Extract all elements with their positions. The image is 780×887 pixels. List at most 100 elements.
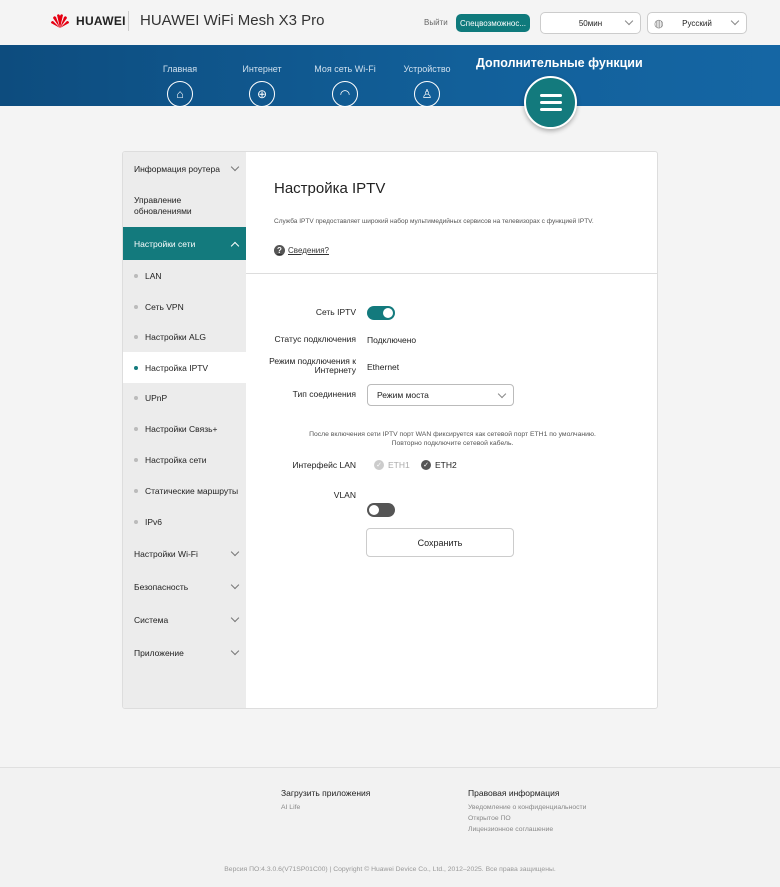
help-label: Сведения? — [288, 246, 329, 255]
chevron-down-icon — [730, 16, 740, 26]
page-description: Служба IPTV предоставляет широкий набор … — [274, 218, 594, 225]
nav-device[interactable]: Устройство ♙ — [392, 64, 462, 107]
eth2-checkbox[interactable]: ✓ ETH2 — [421, 460, 457, 470]
sidebar: Информация роутера Управление обновления… — [123, 152, 246, 708]
globe-icon: ⊕ — [249, 81, 275, 107]
sidebar-item-vpn[interactable]: Сеть VPN — [123, 291, 246, 322]
nav-internet[interactable]: Интернет ⊕ — [227, 64, 297, 107]
sidebar-label: Информация роутера — [134, 163, 220, 174]
wifi-icon: ◠ — [332, 81, 358, 107]
copyright: Версия ПО:4.3.0.6(V71SP01C00) | Copyrigh… — [224, 866, 556, 873]
sidebar-label: Управление обновлениями — [134, 195, 192, 216]
mode-value: Ethernet — [367, 362, 400, 372]
ai-life-link[interactable]: AI Life — [281, 802, 300, 813]
sidebar-label: Настройка сети — [145, 454, 207, 465]
sidebar-label: Приложение — [134, 647, 184, 658]
timeout-select[interactable]: 50мин — [540, 12, 641, 34]
sidebar-label: IPv6 — [145, 516, 163, 527]
vlan-label: VLAN — [333, 490, 356, 500]
chevron-down-icon — [624, 16, 634, 26]
nav-advanced-label[interactable]: Дополнительные функции — [476, 56, 643, 70]
page-title: Настройка IPTV — [274, 180, 386, 197]
connection-type-select[interactable]: Режим моста — [367, 384, 514, 406]
menu-icon[interactable] — [524, 76, 577, 129]
nav-home[interactable]: Главная ⌂ — [145, 64, 215, 107]
sidebar-label: Безопасность — [134, 581, 189, 592]
sidebar-network-settings[interactable]: Настройки сети — [123, 227, 246, 260]
chevron-down-icon — [230, 547, 240, 556]
sidebar-item-lan[interactable]: LAN — [123, 260, 246, 291]
iptv-toggle[interactable] — [367, 306, 395, 320]
globe-icon: ◍ — [654, 18, 664, 30]
connection-type-label: Тип соединения — [292, 389, 356, 399]
iptv-label: Сеть IPTV — [315, 307, 356, 317]
sidebar-label: Система — [134, 614, 169, 625]
status-value: Подключено — [367, 335, 417, 345]
eth2-label: ETH2 — [435, 460, 457, 470]
sidebar-label: Настройки сети — [134, 238, 196, 249]
sidebar-item-upnp[interactable]: UPnP — [123, 383, 246, 413]
eth1-label: ETH1 — [388, 460, 410, 470]
mode-label: Режим подключения к Интернету — [269, 356, 356, 375]
eth1-checkbox[interactable]: ✓ ETH1 — [374, 460, 410, 470]
timeout-value: 50мин — [578, 18, 603, 28]
help-icon: ? — [274, 245, 285, 256]
sidebar-label: Настройки ALG — [145, 332, 207, 342]
check-icon: ✓ — [374, 460, 384, 470]
nav-wifi[interactable]: Моя сеть Wi-Fi ◠ — [310, 64, 380, 107]
sidebar-label: Статические маршруты — [145, 485, 239, 496]
sidebar-label: UPnP — [145, 393, 168, 403]
help-link[interactable]: ? Сведения? — [274, 245, 329, 256]
save-button[interactable]: Сохранить — [366, 528, 514, 557]
chevron-down-icon — [230, 162, 240, 171]
huawei-logo-icon — [51, 14, 69, 28]
accessibility-button[interactable]: Спецвозможнос... — [456, 14, 530, 32]
chevron-down-icon — [230, 580, 240, 589]
sidebar-item-ipv6[interactable]: IPv6 — [123, 506, 246, 537]
nav-label: Интернет — [242, 64, 282, 74]
open-source-link[interactable]: Открытое ПО — [468, 813, 511, 824]
sidebar-label: Сеть VPN — [145, 301, 184, 312]
license-link[interactable]: Лицензионное соглашение — [468, 824, 553, 835]
language-select[interactable]: ◍ Русский — [647, 12, 747, 34]
divider — [128, 11, 129, 31]
note-line: Повторно подключите сетевой кабель. — [391, 440, 514, 447]
sidebar-item-network[interactable]: Настройка сети — [123, 444, 246, 475]
legal-title: Правовая информация — [468, 788, 560, 798]
sidebar-application[interactable]: Приложение — [123, 636, 246, 669]
sidebar-update-management[interactable]: Управление обновлениями — [123, 185, 246, 227]
iptv-note: После включения сети IPTV порт WAN фикси… — [246, 430, 657, 448]
divider — [246, 273, 657, 274]
language-value: Русский — [682, 18, 712, 28]
privacy-link[interactable]: Уведомление о конфиденциальности — [468, 802, 586, 813]
lan-interface-label: Интерфейс LAN — [292, 460, 356, 470]
nav-label: Моя сеть Wi-Fi — [314, 64, 376, 74]
sidebar-security[interactable]: Безопасность — [123, 570, 246, 603]
chevron-down-icon — [497, 389, 507, 399]
vlan-toggle[interactable] — [367, 503, 395, 517]
sidebar-wifi-settings[interactable]: Настройки Wi-Fi — [123, 537, 246, 570]
sidebar-label: Настройки Связь+ — [145, 423, 218, 434]
logout-link[interactable]: Выйти — [424, 18, 448, 27]
sidebar-item-iptv[interactable]: Настройка IPTV — [123, 352, 246, 383]
sidebar-system[interactable]: Система — [123, 603, 246, 636]
sidebar-item-alg[interactable]: Настройки ALG — [123, 322, 246, 352]
sidebar-item-link-plus[interactable]: Настройки Связь+ — [123, 413, 246, 444]
footer: Загрузить приложения AI Life Правовая ин… — [0, 767, 780, 887]
note-line: После включения сети IPTV порт WAN фикси… — [309, 431, 596, 438]
sidebar-router-info[interactable]: Информация роутера — [123, 152, 246, 185]
nav-label: Главная — [162, 64, 198, 74]
product-name: HUAWEI WiFi Mesh X3 Pro — [140, 12, 325, 29]
home-icon: ⌂ — [167, 81, 193, 107]
content-card: Информация роутера Управление обновления… — [122, 151, 658, 709]
user-icon: ♙ — [414, 81, 440, 107]
top-bar: HUAWEI HUAWEI WiFi Mesh X3 Pro Выйти Спе… — [0, 0, 780, 45]
sidebar-label: LAN — [145, 270, 162, 281]
apps-title: Загрузить приложения — [281, 788, 371, 798]
connection-type-value: Режим моста — [377, 390, 429, 400]
huawei-logo: HUAWEI — [50, 13, 126, 29]
chevron-down-icon — [230, 646, 240, 655]
sidebar-label: Настройки Wi-Fi — [134, 548, 198, 559]
sidebar-item-static-routes[interactable]: Статические маршруты — [123, 475, 246, 506]
brand-name: HUAWEI — [76, 14, 126, 28]
